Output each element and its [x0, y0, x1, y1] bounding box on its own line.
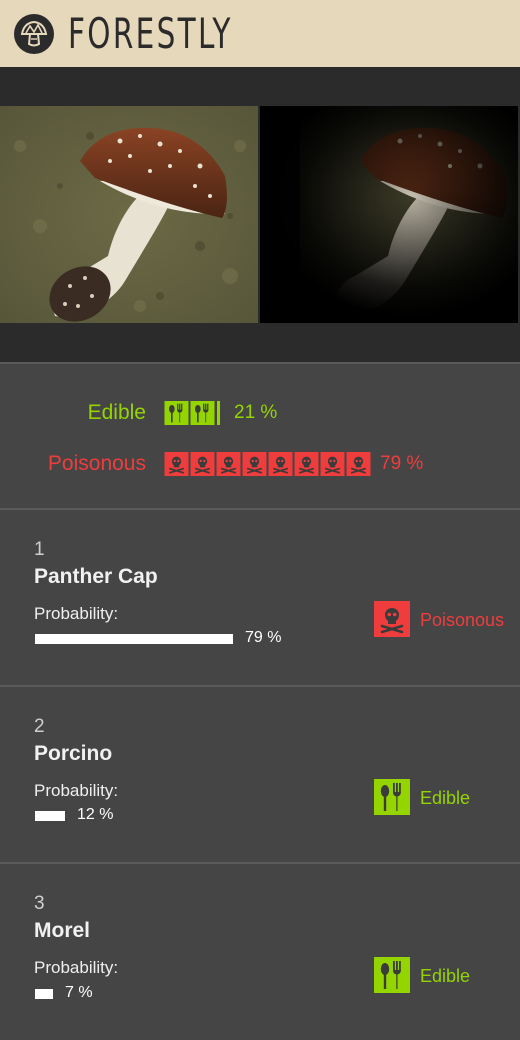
edible-icon-scale [164, 401, 220, 425]
probability-label: Probability: [34, 958, 119, 977]
result-rank: 3 [34, 893, 45, 914]
classification-label: Edible [420, 788, 471, 808]
classification-label: Poisonous [420, 610, 505, 630]
classification-label: Edible [420, 966, 471, 986]
result-name: Panther Cap [34, 565, 158, 588]
probability-label: Probability: [34, 781, 119, 800]
poisonous-label: Poisonous [47, 452, 146, 475]
probability-value: 79 % [245, 629, 282, 646]
app-header: FORESTLY [0, 0, 520, 67]
skull-crossbones-icon [320, 452, 345, 476]
result-rank: 1 [34, 539, 45, 560]
mushroom-logo-icon[interactable] [14, 14, 54, 54]
result-name: Porcino [34, 742, 113, 765]
probability-bar [35, 634, 233, 644]
probability-label: Probability: [34, 604, 119, 623]
result-name: Morel [34, 919, 91, 942]
poisonous-percent: 79 % [380, 453, 424, 474]
skull-crossbones-icon [190, 452, 215, 476]
result-card[interactable]: 1 Panther Cap Probability: 79 % Poisonou… [0, 510, 520, 685]
mushroom-photo [0, 106, 258, 323]
probability-value: 12 % [77, 806, 114, 823]
poisonous-icon-scale [164, 452, 371, 476]
poisonous-summary-row: Poisonous 79 % [0, 449, 520, 479]
result-card[interactable]: 2 Porcino Probability: 12 % Edible [0, 687, 520, 862]
edible-percent: 21 % [234, 402, 278, 423]
skull-crossbones-icon [294, 452, 319, 476]
probability-bar [35, 811, 65, 821]
skull-crossbones-icon [242, 452, 267, 476]
cutlery-icon [374, 957, 410, 993]
cutlery-icon [164, 401, 189, 425]
divider [0, 362, 520, 364]
edible-label: Edible [87, 401, 146, 424]
scale-end-marker [217, 401, 220, 425]
probability-bar [35, 989, 53, 999]
skull-crossbones-icon [164, 452, 189, 476]
cutlery-icon [374, 779, 410, 815]
mushroom-photo-vignette [260, 106, 518, 323]
probability-value: 7 % [65, 984, 93, 1001]
cutlery-icon [190, 401, 215, 425]
edible-summary-row: Edible 21 % [0, 398, 520, 428]
skull-crossbones-icon [374, 601, 410, 637]
skull-crossbones-icon [268, 452, 293, 476]
skull-crossbones-icon [346, 452, 371, 476]
result-card[interactable]: 3 Morel Probability: 7 % Edible [0, 864, 520, 1040]
skull-crossbones-icon [216, 452, 241, 476]
result-rank: 2 [34, 716, 45, 737]
app-title: FORESTLY [68, 9, 233, 58]
